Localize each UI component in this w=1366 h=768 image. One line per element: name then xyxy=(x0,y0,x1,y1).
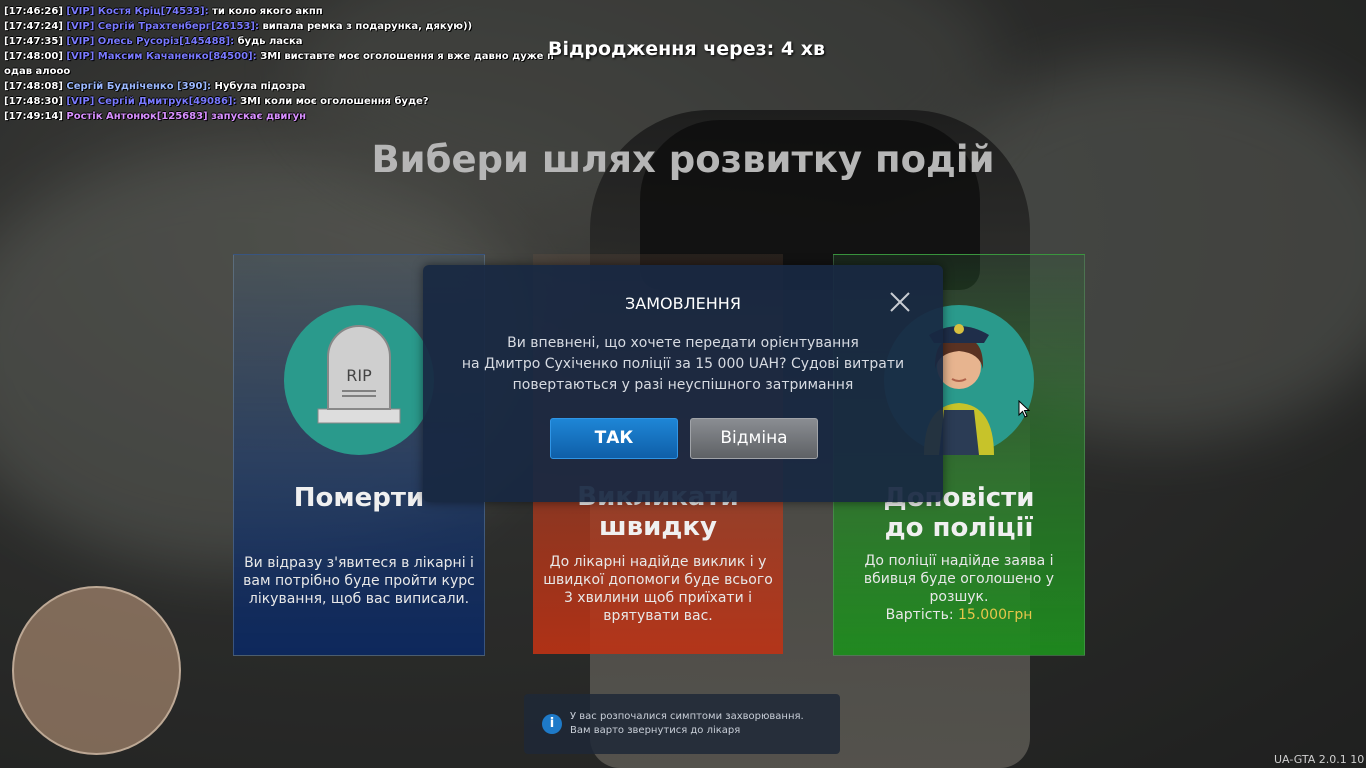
chat-log: [17:46:26] [VIP] Костя Кріц[74533]: ти к… xyxy=(4,4,564,124)
tombstone-icon: RIP xyxy=(284,305,434,455)
option-description-text: До поліції надійде заява і вбивця буде о… xyxy=(863,553,1055,605)
chat-vip-tag: [VIP] xyxy=(66,96,95,107)
chat-line: [17:48:30] [VIP] Сергій Дмитрук[49086]: … xyxy=(4,94,564,109)
chat-timestamp: [17:47:24] xyxy=(4,21,63,32)
chat-line: [17:49:14] Ростік Антонюк[125683] запуск… xyxy=(4,109,564,124)
mouse-cursor-icon xyxy=(1018,399,1031,422)
chat-player-name: Сергій Трахтенберг[26153]: xyxy=(97,21,259,32)
notification-text: У вас розпочалися симптоми захворювання.… xyxy=(570,710,804,738)
order-confirmation-dialog: ЗАМОВЛЕННЯ Ви впевнені, що хочете переда… xyxy=(423,265,943,502)
notification-line: У вас розпочалися симптоми захворювання. xyxy=(570,711,804,722)
cancel-button[interactable]: Відміна xyxy=(690,418,818,459)
option-description: Ви відразу з'явитеся в лікарні і вам пот… xyxy=(243,555,475,607)
chat-player-name: Сергій Будніченко [390]: xyxy=(66,81,212,92)
chat-vip-tag: [VIP] xyxy=(66,21,95,32)
chat-vip-tag: [VIP] xyxy=(66,36,95,47)
info-icon: i xyxy=(542,714,562,734)
confirm-button[interactable]: ТАК xyxy=(550,418,678,459)
chat-timestamp: [17:47:35] xyxy=(4,36,63,47)
chat-timestamp: [17:46:26] xyxy=(4,6,63,17)
chat-player-name: Олесь Русоріз[145488]: xyxy=(97,36,235,47)
svg-text:RIP: RIP xyxy=(346,366,372,385)
chat-message: одав алооо xyxy=(4,66,71,77)
chat-message: ЗМІ виставте моє оголошення я вже давно … xyxy=(260,51,554,62)
price-label: Вартість: xyxy=(885,607,954,623)
chat-message: ЗМІ коли моє оголошення буде? xyxy=(239,96,429,107)
chat-player-name: Сергій Дмитрук[49086]: xyxy=(97,96,237,107)
dialog-title: ЗАМОВЛЕННЯ xyxy=(625,294,741,313)
version-label: UA-GTA 2.0.1 10 xyxy=(1274,753,1365,766)
notification-line: Вам варто звернутися до лікаря xyxy=(570,725,741,736)
chat-line: [17:47:24] [VIP] Сергій Трахтенберг[2615… xyxy=(4,19,564,34)
price-value: 15.000грн xyxy=(958,607,1033,623)
chat-message: Нубула підозра xyxy=(214,81,306,92)
chat-line: [17:47:35] [VIP] Олесь Русоріз[145488]: … xyxy=(4,34,564,49)
chat-line: [17:46:26] [VIP] Костя Кріц[74533]: ти к… xyxy=(4,4,564,19)
chat-message: випала ремка з подарунка, дякую)) xyxy=(262,21,473,32)
chat-vip-tag: [VIP] xyxy=(66,51,95,62)
respawn-timer: Відродження через: 4 хв xyxy=(548,38,825,60)
option-title-line: швидку xyxy=(599,512,717,542)
chat-player-name: Костя Кріц[74533]: xyxy=(97,6,209,17)
chat-vip-tag: [VIP] xyxy=(66,6,95,17)
chat-message: будь ласка xyxy=(237,36,303,47)
chat-timestamp: [17:48:30] xyxy=(4,96,63,107)
close-icon[interactable] xyxy=(889,291,911,313)
notification-toast: i У вас розпочалися симптоми захворюванн… xyxy=(524,694,840,754)
dialog-message: Ви впевнені, що хочете передати орієнтув… xyxy=(443,333,923,396)
chat-timestamp: [17:48:00] xyxy=(4,51,63,62)
dialog-message-line: Ви впевнені, що хочете передати орієнтув… xyxy=(507,335,859,351)
dialog-message-line: на Дмитро Сухіченко поліції за 15 000 UA… xyxy=(461,356,905,372)
chat-player-name: Ростік Антонюк[125683] запускає двигун xyxy=(66,111,307,122)
chat-message: ти коло якого акпп xyxy=(212,6,323,17)
chat-timestamp: [17:48:08] xyxy=(4,81,63,92)
chat-timestamp: [17:49:14] xyxy=(4,111,63,122)
dialog-message-line: повертаються у разі неуспішного затриман… xyxy=(512,377,854,393)
chat-player-name: Максим Качаненко[84500]: xyxy=(97,51,257,62)
option-title-line: до поліції xyxy=(884,513,1034,543)
minimap-radar xyxy=(12,586,181,755)
option-description: До лікарні надійде виклик і у швидкої до… xyxy=(543,554,773,624)
chat-line: [17:48:08] Сергій Будніченко [390]: Нубу… xyxy=(4,79,564,94)
chat-line: одав алооо xyxy=(4,64,564,79)
chat-line: [17:48:00] [VIP] Максим Качаненко[84500]… xyxy=(4,49,564,64)
option-description: До поліції надійде заява і вбивця буде о… xyxy=(838,552,1080,624)
page-title: Вибери шлях розвитку подій xyxy=(371,138,995,181)
